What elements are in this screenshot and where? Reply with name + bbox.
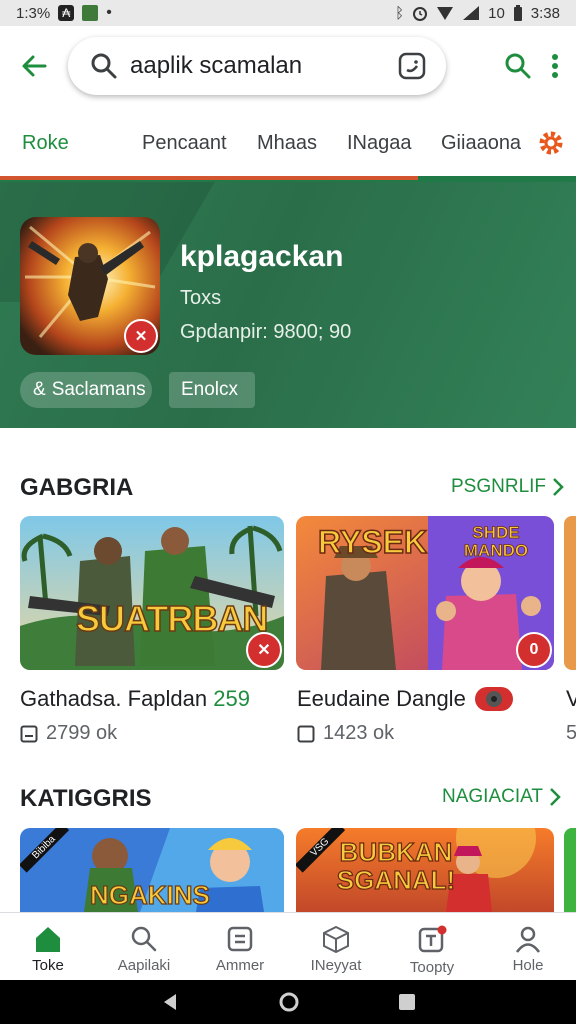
- card-3-title-partial: V: [566, 686, 576, 711]
- search-icon: [91, 53, 117, 79]
- nav-toke-label: Toke: [32, 957, 64, 974]
- nav-toopty-label: Toopty: [409, 959, 455, 976]
- scan-icon: [398, 52, 426, 80]
- notification-dot-icon: •: [106, 4, 112, 21]
- game-card-4[interactable]: Bibiba NGAKINS: [20, 828, 284, 912]
- chip-enolcx[interactable]: Enolcx: [169, 372, 255, 408]
- section-1-more-link[interactable]: PSGNRLIF: [451, 476, 564, 498]
- scan-button[interactable]: [396, 50, 428, 82]
- home-icon: [36, 927, 60, 952]
- signal-icon: [463, 6, 480, 20]
- gamepad-icon: [474, 687, 513, 711]
- notification-game-icon: [82, 5, 99, 21]
- nav-toke[interactable]: Toke: [0, 913, 96, 980]
- featured-banner[interactable]: ✕ kplagackan Toxs Gpdanpir: 9800; 90 & S…: [0, 182, 576, 428]
- tabs-indicator-accent: [0, 176, 418, 180]
- back-button[interactable]: [12, 44, 56, 88]
- card-2-title-text: Eeudaine Dangle: [297, 686, 466, 711]
- system-back-icon[interactable]: [160, 992, 180, 1012]
- wifi-icon: [437, 7, 454, 20]
- status-bar: 1:3% ₳ • ᛒ 10 3:38: [0, 0, 576, 26]
- more-vert-icon[interactable]: [550, 52, 560, 80]
- section-1-title: GABGRIA: [20, 474, 134, 501]
- search-icon: [131, 926, 157, 952]
- bottom-navigation: Toke Aapilaki Ammer INeyyat Toopty Hole: [0, 912, 576, 980]
- tab-inagaa[interactable]: INagaa: [347, 132, 441, 155]
- card-1-banner-text: SUATRBAN: [75, 597, 269, 640]
- card-5-banner-text: BUBKAN SGANAL!: [336, 837, 456, 895]
- nav-ineyyat-label: INeyyat: [310, 957, 362, 974]
- battery-icon: [513, 4, 522, 21]
- chip-enolcx-label: Enolcx: [181, 379, 239, 400]
- card-2-banner-text-2: SHDE MANDO: [463, 523, 529, 560]
- nav-aapilaki-label: Aapilaki: [117, 957, 171, 974]
- section-2-more-label: NAGIACIAT: [442, 786, 543, 807]
- top-app-bar: [0, 26, 576, 106]
- featured-subtitle: Toxs: [180, 287, 222, 309]
- search-action-icon[interactable]: [504, 52, 532, 80]
- nav-aapilaki[interactable]: Aapilaki: [96, 913, 192, 980]
- system-recents-icon[interactable]: [398, 993, 416, 1011]
- apps-icon: [227, 926, 253, 952]
- card-1-meta: 2799 ok: [20, 722, 117, 745]
- game-card-1[interactable]: SUATRBAN ✕: [20, 516, 284, 670]
- card-1-title-number: 259: [213, 686, 250, 711]
- nav-ammer-label: Ammer: [215, 957, 265, 974]
- settings-gear-icon[interactable]: [537, 129, 565, 157]
- card-2-banner-text: RYSEK: [317, 523, 428, 561]
- card-2-title: Eeudaine Dangle: [297, 686, 514, 712]
- card-2-meta: 1423 ok: [297, 722, 394, 745]
- nav-ammer[interactable]: Ammer: [192, 913, 288, 980]
- chip-saclamans-label: Saclamans: [51, 379, 146, 400]
- tab-roke[interactable]: Roke: [22, 132, 142, 155]
- section-2-title: KATIGGRIS: [20, 785, 152, 812]
- download-size-icon: [297, 725, 315, 742]
- games-icon: [418, 925, 447, 953]
- ampersand-icon: &: [33, 379, 46, 400]
- game-card-3-partial[interactable]: [564, 516, 576, 670]
- nav-hole-label: Hole: [512, 957, 544, 974]
- status-time-right: 3:38: [530, 4, 560, 22]
- card-2-meta-text: 1423 ok: [323, 722, 395, 744]
- category-tabs: Roke Pencaant Mhaas INagaa Giiaaona: [0, 112, 576, 174]
- arrow-back-icon: [22, 55, 47, 77]
- system-home-icon[interactable]: [278, 991, 300, 1013]
- card-4-banner-text: NGAKINS: [89, 879, 210, 910]
- card-1-badge-icon: ✕: [246, 632, 282, 668]
- nav-hole[interactable]: Hole: [480, 913, 576, 980]
- download-size-icon: [20, 725, 38, 742]
- person-icon: [515, 926, 541, 953]
- card-1-meta-text: 2799 ok: [46, 722, 118, 744]
- tab-giiaaona[interactable]: Giiaaona: [441, 132, 527, 155]
- featured-title: kplagackan: [180, 240, 344, 273]
- game-card-2[interactable]: RYSEK SHDE MANDO 0: [296, 516, 554, 670]
- search-bar[interactable]: [68, 37, 446, 95]
- featured-badge-icon: ✕: [124, 319, 158, 353]
- tab-pencaant[interactable]: Pencaant: [142, 132, 257, 155]
- chevron-right-icon: [553, 478, 564, 496]
- card-1-title: Gathadsa. Fapldan 259: [20, 686, 250, 712]
- section-2-more-link[interactable]: NAGIACIAT: [442, 786, 561, 808]
- featured-meta: Gpdanpir: 9800; 90: [180, 321, 352, 343]
- bluetooth-icon: ᛒ: [395, 4, 405, 22]
- nav-ineyyat[interactable]: INeyyat: [288, 913, 384, 980]
- section-1-more-label: PSGNRLIF: [451, 476, 547, 497]
- alarm-icon: [413, 7, 428, 21]
- game-card-6-partial[interactable]: [564, 828, 576, 912]
- battery-level: 10: [488, 4, 505, 22]
- featured-app-thumbnail[interactable]: ✕: [20, 217, 160, 355]
- status-time-left: 1:3%: [16, 4, 51, 22]
- card-1-title-text: Gathadsa. Fapldan: [20, 686, 208, 711]
- card-3-meta-partial: 5: [566, 722, 576, 744]
- box-icon: [323, 925, 349, 953]
- nav-toopty[interactable]: Toopty: [384, 913, 480, 980]
- game-card-5[interactable]: VSG BUBKAN SGANAL!: [296, 828, 554, 912]
- search-input[interactable]: [130, 52, 396, 80]
- notification-app-icon: ₳: [58, 5, 75, 21]
- card-2-badge-icon: 0: [516, 632, 552, 668]
- system-navigation-bar: [0, 980, 576, 1024]
- tab-mhaas[interactable]: Mhaas: [257, 132, 347, 155]
- chip-saclamans[interactable]: & Saclamans: [20, 372, 152, 408]
- chevron-right-icon: [550, 788, 561, 806]
